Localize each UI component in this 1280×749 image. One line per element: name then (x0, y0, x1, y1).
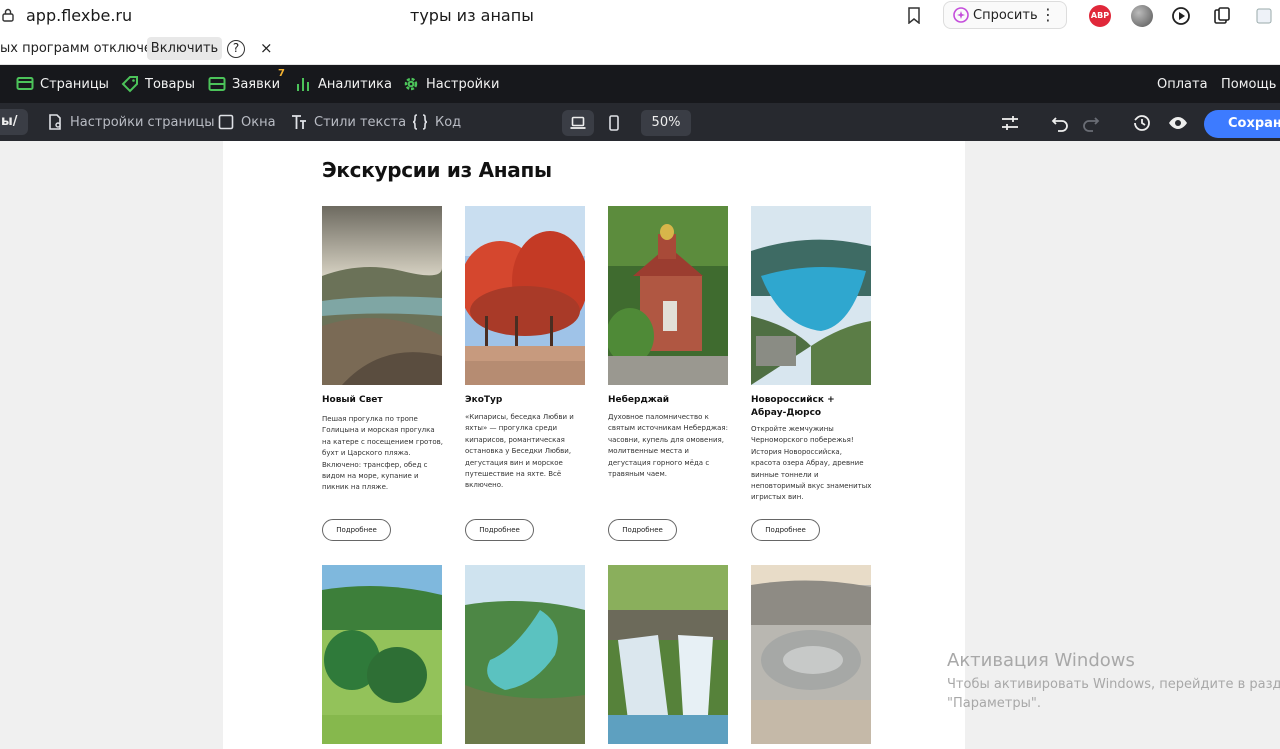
code-icon (412, 114, 428, 130)
desktop-view-button[interactable] (562, 110, 594, 136)
more-details-button[interactable]: Подробнее (608, 519, 677, 541)
enable-button[interactable]: Включить (147, 37, 222, 60)
text-styles-button[interactable]: Стили текста (291, 103, 406, 141)
tour-image-mud-volcano[interactable] (751, 565, 871, 744)
tour-image-waterfall[interactable] (608, 565, 728, 744)
ai-sparkle-icon (953, 7, 969, 23)
tour-image-ekotur[interactable] (465, 206, 585, 385)
nav-products-label: Товары (145, 76, 196, 92)
text-style-icon (292, 115, 306, 129)
bookmark-icon[interactable] (907, 7, 921, 24)
text-styles-label: Стили текста (314, 114, 407, 130)
save-button[interactable]: Сохрани (1204, 110, 1280, 138)
tour-image-novy-svet[interactable] (322, 206, 442, 385)
activation-line-2: "Параметры". (947, 696, 1041, 711)
nav-pages[interactable]: Страницы (16, 65, 109, 103)
redo-icon[interactable] (1081, 113, 1101, 133)
bar-chart-icon (297, 78, 309, 91)
close-icon[interactable]: × (260, 39, 273, 57)
browser-toolbar: app.flexbe.ru туры из анапы Спросить ⋮ A… (0, 0, 1280, 32)
tour-description: Духовное паломничество к святым источник… (608, 413, 728, 479)
nav-payment[interactable]: Оплата (1157, 77, 1208, 92)
gear-icon (404, 77, 418, 91)
windows-label: Окна (241, 114, 276, 130)
tour-description: Откройте жемчужины Черноморского побереж… (751, 425, 872, 502)
window-icon (218, 114, 234, 130)
tag-icon (121, 76, 138, 93)
tour-image-novorossiysk[interactable] (751, 206, 871, 385)
section-heading: Экскурсии из Анапы (322, 158, 552, 182)
tour-image-cypress-lake[interactable] (322, 565, 442, 744)
code-button[interactable]: Код (412, 103, 461, 141)
windows-activation-text: Чтобы активировать Windows, перейдите в … (947, 675, 1280, 713)
undo-icon[interactable] (1050, 113, 1070, 133)
planet-extension-icon[interactable] (1131, 5, 1153, 27)
requests-count-badge: 7 (278, 68, 285, 79)
code-label: Код (435, 114, 462, 130)
more-details-button[interactable]: Подробнее (751, 519, 820, 541)
ask-ai-button[interactable]: Спросить ⋮ (943, 1, 1067, 29)
tour-description: Пешая прогулка по тропе Голицына и морск… (322, 415, 444, 492)
notification-bar: ых программ отключена Включить ? × (0, 32, 1280, 65)
nav-requests[interactable]: Заявки (208, 65, 280, 103)
clipboard-extension-icon[interactable] (1211, 5, 1233, 27)
screen-icon (16, 77, 34, 90)
nav-help[interactable]: Помощь (1221, 77, 1276, 92)
nav-analytics[interactable]: Аналитика (294, 65, 392, 103)
tour-description: «Кипарисы, беседка Любви и яхты» — прогу… (465, 413, 574, 490)
nav-settings-label: Настройки (426, 76, 500, 92)
help-icon[interactable]: ? (227, 40, 245, 58)
editor-toolbar: ы/ Настройки страницы Окна Стили текста … (0, 103, 1280, 141)
windows-activation-title: Активация Windows (947, 650, 1135, 671)
page-settings-label: Настройки страницы (70, 114, 215, 130)
nav-products[interactable]: Товары (121, 65, 195, 103)
profile-extension-icon[interactable] (1253, 5, 1275, 27)
app-navigation: Страницы Товары Заявки 7 Аналитика Настр… (0, 65, 1280, 103)
media-extension-icon[interactable] (1170, 5, 1192, 27)
ask-label: Спросить (973, 7, 1038, 23)
pages-tab[interactable]: ы/ (0, 109, 28, 135)
tour-title: Неберджай (608, 395, 670, 405)
inbox-icon (208, 77, 226, 91)
more-details-button[interactable]: Подробнее (322, 519, 391, 541)
mobile-view-button[interactable] (598, 110, 630, 136)
address-bar[interactable]: app.flexbe.ru (26, 6, 132, 25)
more-details-button[interactable]: Подробнее (465, 519, 534, 541)
windows-button[interactable]: Окна (218, 103, 276, 141)
nav-requests-label: Заявки (232, 76, 281, 92)
phone-icon (609, 115, 619, 131)
notification-message: ых программ отключена (0, 41, 169, 56)
tour-image-abrau-lake[interactable] (465, 565, 585, 744)
more-options-icon[interactable]: ⋮ (1040, 5, 1056, 24)
activation-line-1: Чтобы активировать Windows, перейдите в … (947, 677, 1280, 692)
nav-settings[interactable]: Настройки (402, 65, 499, 103)
tour-title: Новороссийск + Абрау-Дюрсо (751, 395, 835, 418)
tour-title: ЭкоТур (465, 395, 503, 405)
page-settings-icon (49, 114, 61, 130)
page-title-bar: туры из анапы (410, 6, 534, 25)
nav-pages-label: Страницы (40, 76, 109, 92)
preview-eye-icon[interactable] (1168, 113, 1188, 133)
adblock-extension-icon[interactable]: ABP (1089, 5, 1111, 27)
tour-image-neberdzhay[interactable] (608, 206, 728, 385)
zoom-level[interactable]: 50% (641, 110, 691, 136)
laptop-icon (570, 116, 586, 129)
page-settings-button[interactable]: Настройки страницы (47, 103, 215, 141)
history-icon[interactable] (1132, 113, 1152, 133)
sliders-icon[interactable] (1000, 113, 1020, 133)
nav-analytics-label: Аналитика (318, 76, 392, 92)
lock-icon (2, 8, 14, 22)
tour-title: Новый Свет (322, 395, 383, 405)
